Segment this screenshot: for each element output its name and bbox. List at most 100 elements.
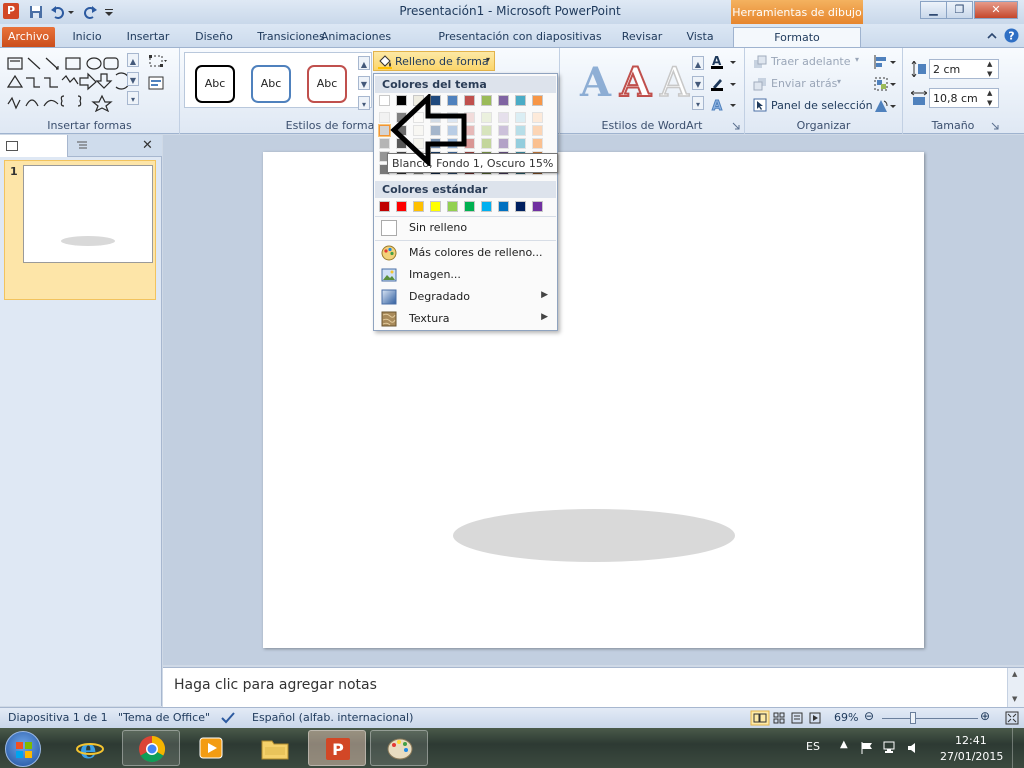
shapes-more[interactable]: ▾ xyxy=(127,91,139,105)
shape-fill-button[interactable]: Relleno de forma ▾ xyxy=(373,51,495,71)
theme-shade-swatch[interactable] xyxy=(515,138,526,149)
shape-height-spinner[interactable]: ▲ ▼ xyxy=(987,59,992,79)
standard-color-swatch[interactable] xyxy=(413,201,424,212)
close-button[interactable]: ✕ xyxy=(974,1,1018,19)
volume-icon[interactable] xyxy=(906,741,920,755)
theme-shade-swatch[interactable] xyxy=(532,138,543,149)
minimize-button[interactable]: ▁ xyxy=(920,1,947,19)
zoom-in-icon[interactable]: ⊕ xyxy=(980,709,990,723)
theme-color-swatch[interactable] xyxy=(498,95,509,106)
standard-color-swatch[interactable] xyxy=(464,201,475,212)
shape-style-red[interactable]: Abc xyxy=(307,65,347,103)
theme-shade-swatch[interactable] xyxy=(498,112,509,123)
theme-shade-swatch[interactable] xyxy=(532,112,543,123)
close-pane-icon[interactable]: ✕ xyxy=(142,138,153,153)
tab-insert[interactable]: Insertar xyxy=(120,27,176,48)
picture-fill-item[interactable]: Imagen... xyxy=(375,264,556,286)
taskbar-paint[interactable] xyxy=(370,730,428,766)
help-icon[interactable]: ? xyxy=(1004,28,1019,43)
zoom-slider-thumb[interactable] xyxy=(910,712,916,724)
rotate-icon[interactable] xyxy=(873,98,897,114)
bring-forward-dropdown-icon[interactable]: ▾ xyxy=(855,55,859,64)
send-backward-button[interactable]: Enviar atrás xyxy=(771,77,837,90)
taskbar-explorer[interactable] xyxy=(246,730,304,766)
selection-pane-button[interactable]: Panel de selección xyxy=(771,99,873,112)
standard-color-swatch[interactable] xyxy=(430,201,441,212)
theme-color-swatch[interactable] xyxy=(515,95,526,106)
tab-format[interactable]: Formato xyxy=(733,27,861,48)
redo-icon[interactable] xyxy=(82,4,98,20)
action-center-flag-icon[interactable] xyxy=(860,741,874,755)
standard-color-swatch[interactable] xyxy=(481,201,492,212)
theme-shade-swatch[interactable] xyxy=(481,138,492,149)
edit-shape-icon[interactable] xyxy=(148,54,168,70)
fit-to-window-icon[interactable] xyxy=(1005,711,1019,725)
standard-color-swatch[interactable] xyxy=(379,201,390,212)
no-fill-item[interactable]: Sin relleno xyxy=(375,217,556,239)
start-button[interactable] xyxy=(5,731,41,767)
taskbar-media-player[interactable] xyxy=(183,730,241,766)
theme-shade-swatch[interactable] xyxy=(379,138,390,149)
shape-styles-more[interactable]: ▾ xyxy=(358,96,370,110)
powerpoint-logo-icon[interactable]: P xyxy=(3,3,19,19)
show-hidden-icons[interactable]: ▲ xyxy=(840,739,848,750)
customize-qat-icon[interactable] xyxy=(104,4,114,20)
wordart-scroll-up[interactable]: ▲ xyxy=(692,56,704,70)
texture-fill-item[interactable]: Textura ▶ xyxy=(375,308,556,330)
input-language[interactable]: ES xyxy=(806,740,820,753)
undo-dropdown-icon[interactable] xyxy=(67,4,75,20)
minimize-ribbon-icon[interactable] xyxy=(986,30,998,42)
restore-button[interactable]: ❐ xyxy=(946,1,973,19)
standard-color-swatch[interactable] xyxy=(447,201,458,212)
tab-slide-show[interactable]: Presentación con diapositivas xyxy=(438,27,602,48)
tab-review[interactable]: Revisar xyxy=(616,27,668,48)
slide-canvas[interactable] xyxy=(263,152,924,648)
bring-forward-button[interactable]: Traer adelante xyxy=(771,55,851,68)
zoom-slider-track[interactable] xyxy=(882,718,978,719)
network-icon[interactable] xyxy=(882,741,898,755)
show-desktop-button[interactable] xyxy=(1012,728,1024,768)
theme-name[interactable]: "Tema de Office" xyxy=(118,711,210,724)
text-box-icon[interactable] xyxy=(148,76,164,90)
gradient-fill-item[interactable]: Degradado ▶ xyxy=(375,286,556,308)
tab-home[interactable]: Inicio xyxy=(64,27,110,48)
taskbar-ie[interactable]: e xyxy=(62,730,120,766)
ellipse-shape[interactable] xyxy=(453,509,735,562)
align-icon[interactable] xyxy=(873,54,897,70)
notes-placeholder[interactable]: Haga clic para agregar notas xyxy=(174,677,377,693)
notes-pane[interactable]: Haga clic para agregar notas ▲ ▼ xyxy=(163,667,1024,708)
text-fill-icon[interactable]: A xyxy=(710,54,738,70)
clock-time[interactable]: 12:41 xyxy=(955,734,987,747)
shapes-scroll-down[interactable]: ▼ xyxy=(127,72,139,86)
theme-shade-swatch[interactable] xyxy=(532,125,543,136)
notes-scrollbar[interactable]: ▲ ▼ xyxy=(1007,668,1024,708)
undo-icon[interactable] xyxy=(50,4,66,20)
wordart-scroll-down[interactable]: ▼ xyxy=(692,76,704,90)
zoom-level[interactable]: 69% xyxy=(834,711,858,724)
tab-slides[interactable] xyxy=(0,135,68,157)
theme-shade-swatch[interactable] xyxy=(481,125,492,136)
save-icon[interactable] xyxy=(28,4,44,20)
size-dialog-launcher-icon[interactable] xyxy=(991,122,999,130)
tab-design[interactable]: Diseño xyxy=(186,27,242,48)
standard-color-swatch[interactable] xyxy=(532,201,543,212)
shape-style-blue[interactable]: Abc xyxy=(251,65,291,103)
shapes-scroll-up[interactable]: ▲ xyxy=(127,53,139,67)
theme-shade-swatch[interactable] xyxy=(515,125,526,136)
theme-shade-swatch[interactable] xyxy=(498,138,509,149)
taskbar-powerpoint[interactable]: P xyxy=(308,730,366,766)
group-objects-icon[interactable] xyxy=(873,76,897,92)
tab-file[interactable]: Archivo xyxy=(2,27,55,48)
standard-color-swatch[interactable] xyxy=(498,201,509,212)
tab-view[interactable]: Vista xyxy=(680,27,720,48)
slide-thumbnail-1[interactable]: 1 xyxy=(4,160,156,300)
shapes-gallery[interactable] xyxy=(6,54,142,112)
shape-style-black[interactable]: Abc xyxy=(195,65,235,103)
theme-shade-swatch[interactable] xyxy=(481,112,492,123)
theme-color-swatch[interactable] xyxy=(532,95,543,106)
theme-shade-swatch[interactable] xyxy=(498,125,509,136)
wordart-dialog-launcher-icon[interactable] xyxy=(732,122,740,130)
wordart-gallery[interactable]: A A A xyxy=(576,60,696,104)
shape-styles-scroll-up[interactable]: ▲ xyxy=(358,56,370,70)
clock-date[interactable]: 27/01/2015 xyxy=(940,750,1003,763)
